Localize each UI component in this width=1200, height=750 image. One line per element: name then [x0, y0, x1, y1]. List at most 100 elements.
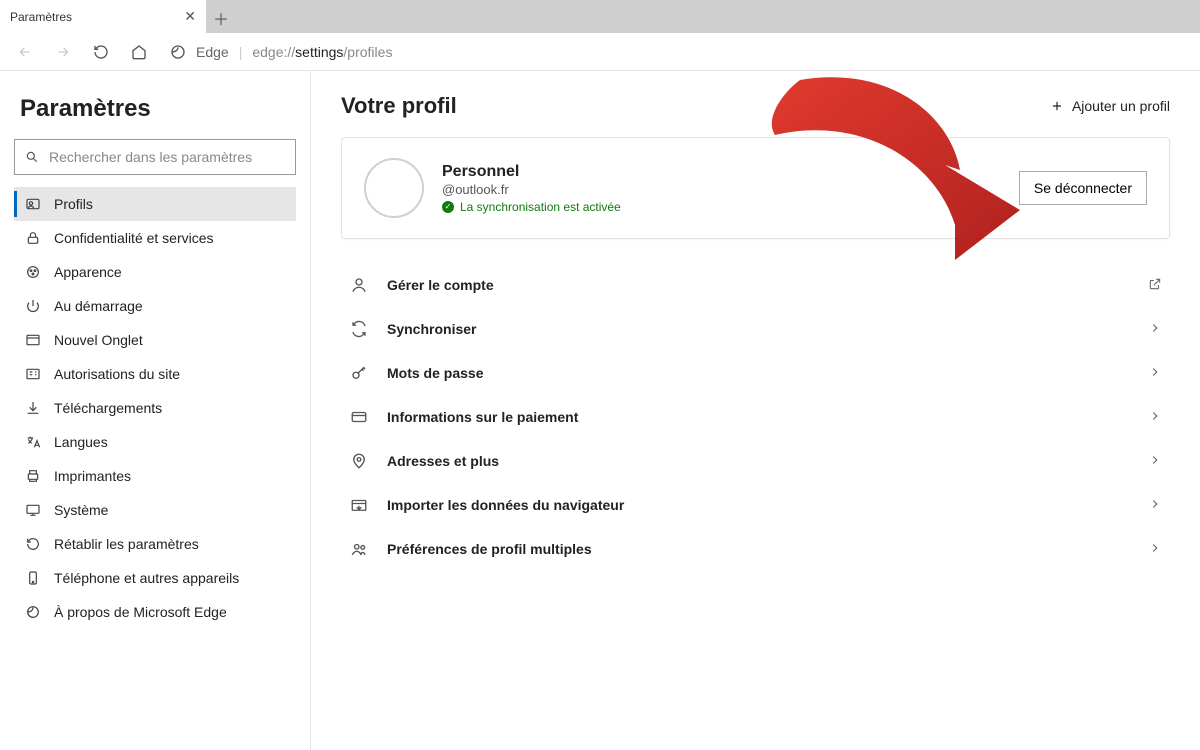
- option-addresses[interactable]: Adresses et plus: [341, 439, 1170, 483]
- avatar: [364, 158, 424, 218]
- plus-icon: [1050, 99, 1064, 113]
- chevron-right-icon: [1148, 497, 1162, 514]
- sidebar-item-label: À propos de Microsoft Edge: [54, 604, 227, 620]
- sync-status-text: La synchronisation est activée: [460, 200, 621, 214]
- option-label: Adresses et plus: [387, 453, 1130, 469]
- power-icon: [24, 297, 42, 315]
- option-label: Informations sur le paiement: [387, 409, 1130, 425]
- profile-options: Gérer le compte Synchroniser Mots de pas…: [341, 263, 1170, 571]
- browser-tab[interactable]: Paramètres ✕: [0, 0, 206, 33]
- nav-bar: Edge | edge://settings/profiles: [0, 33, 1200, 71]
- main-panel: Votre profil Ajouter un profil Personnel…: [311, 71, 1200, 750]
- sidebar-item-label: Langues: [54, 434, 108, 450]
- close-icon[interactable]: ✕: [184, 8, 196, 25]
- sidebar-item-phone[interactable]: Téléphone et autres appareils: [14, 561, 296, 595]
- address-app-label: Edge: [196, 44, 229, 60]
- import-icon: [349, 495, 369, 515]
- lock-icon: [24, 229, 42, 247]
- option-label: Gérer le compte: [387, 277, 1130, 293]
- sync-status: ✓ La synchronisation est activée: [442, 200, 1001, 214]
- chevron-right-icon: [1148, 321, 1162, 338]
- edge-icon: [24, 603, 42, 621]
- profile-card: Personnel @outlook.fr ✓ La synchronisati…: [341, 137, 1170, 239]
- main-header: Votre profil Ajouter un profil: [341, 89, 1170, 123]
- sidebar-item-label: Confidentialité et services: [54, 230, 214, 246]
- card-icon: [349, 407, 369, 427]
- system-icon: [24, 501, 42, 519]
- sidebar-item-about[interactable]: À propos de Microsoft Edge: [14, 595, 296, 629]
- option-label: Importer les données du navigateur: [387, 497, 1130, 513]
- content-area: Paramètres Profils Confidentialité et se…: [0, 71, 1200, 750]
- download-icon: [24, 399, 42, 417]
- sidebar-item-printers[interactable]: Imprimantes: [14, 459, 296, 493]
- forward-button[interactable]: [46, 35, 80, 69]
- address-separator: |: [239, 44, 243, 60]
- sidebar-item-label: Apparence: [54, 264, 122, 280]
- option-payment[interactable]: Informations sur le paiement: [341, 395, 1170, 439]
- people-icon: [349, 539, 369, 559]
- printer-icon: [24, 467, 42, 485]
- sidebar-item-system[interactable]: Système: [14, 493, 296, 527]
- sidebar-item-languages[interactable]: Langues: [14, 425, 296, 459]
- sidebar-item-downloads[interactable]: Téléchargements: [14, 391, 296, 425]
- page-title: Paramètres: [20, 95, 296, 123]
- new-tab-button[interactable]: ＋: [206, 3, 236, 33]
- profile-email: @outlook.fr: [442, 182, 1001, 197]
- sidebar-item-label: Téléphone et autres appareils: [54, 570, 239, 586]
- sidebar-item-new-tab[interactable]: Nouvel Onglet: [14, 323, 296, 357]
- option-passwords[interactable]: Mots de passe: [341, 351, 1170, 395]
- sidebar-item-label: Téléchargements: [54, 400, 162, 416]
- sidebar-item-appearance[interactable]: Apparence: [14, 255, 296, 289]
- profiles-icon: [24, 195, 42, 213]
- profile-info: Personnel @outlook.fr ✓ La synchronisati…: [442, 163, 1001, 214]
- sidebar-nav: Profils Confidentialité et services Appa…: [14, 187, 296, 629]
- option-sync[interactable]: Synchroniser: [341, 307, 1170, 351]
- tab-title: Paramètres: [10, 10, 72, 24]
- chevron-right-icon: [1148, 365, 1162, 382]
- refresh-button[interactable]: [84, 35, 118, 69]
- permissions-icon: [24, 365, 42, 383]
- reset-icon: [24, 535, 42, 553]
- sidebar-item-profiles[interactable]: Profils: [14, 187, 296, 221]
- section-title: Votre profil: [341, 93, 457, 119]
- sidebar: Paramètres Profils Confidentialité et se…: [0, 71, 311, 750]
- sidebar-item-label: Autorisations du site: [54, 366, 180, 382]
- settings-search[interactable]: [14, 139, 296, 175]
- person-icon: [349, 275, 369, 295]
- add-profile-label: Ajouter un profil: [1072, 98, 1170, 114]
- add-profile-button[interactable]: Ajouter un profil: [1050, 98, 1170, 114]
- window-icon: [24, 331, 42, 349]
- option-label: Préférences de profil multiples: [387, 541, 1130, 557]
- address-url: edge://settings/profiles: [252, 44, 392, 60]
- option-manage-account[interactable]: Gérer le compte: [341, 263, 1170, 307]
- address-bar[interactable]: Edge | edge://settings/profiles: [160, 37, 1192, 67]
- search-input[interactable]: [49, 149, 285, 165]
- sidebar-item-label: Profils: [54, 196, 93, 212]
- external-link-icon: [1148, 277, 1162, 294]
- sidebar-item-startup[interactable]: Au démarrage: [14, 289, 296, 323]
- chevron-right-icon: [1148, 409, 1162, 426]
- phone-icon: [24, 569, 42, 587]
- option-multiple-profiles[interactable]: Préférences de profil multiples: [341, 527, 1170, 571]
- sidebar-item-reset[interactable]: Rétablir les paramètres: [14, 527, 296, 561]
- sidebar-item-site-permissions[interactable]: Autorisations du site: [14, 357, 296, 391]
- sidebar-item-label: Système: [54, 502, 108, 518]
- tab-strip: Paramètres ✕ ＋: [0, 0, 1200, 33]
- check-icon: ✓: [442, 201, 454, 213]
- home-button[interactable]: [122, 35, 156, 69]
- profile-name: Personnel: [442, 163, 1001, 181]
- key-icon: [349, 363, 369, 383]
- sync-icon: [349, 319, 369, 339]
- sidebar-item-label: Rétablir les paramètres: [54, 536, 199, 552]
- sidebar-item-label: Au démarrage: [54, 298, 143, 314]
- location-icon: [349, 451, 369, 471]
- languages-icon: [24, 433, 42, 451]
- search-icon: [25, 150, 39, 164]
- signout-button[interactable]: Se déconnecter: [1019, 171, 1147, 205]
- sidebar-item-label: Imprimantes: [54, 468, 131, 484]
- sidebar-item-privacy[interactable]: Confidentialité et services: [14, 221, 296, 255]
- option-import[interactable]: Importer les données du navigateur: [341, 483, 1170, 527]
- option-label: Mots de passe: [387, 365, 1130, 381]
- back-button[interactable]: [8, 35, 42, 69]
- edge-logo-icon: [170, 44, 186, 60]
